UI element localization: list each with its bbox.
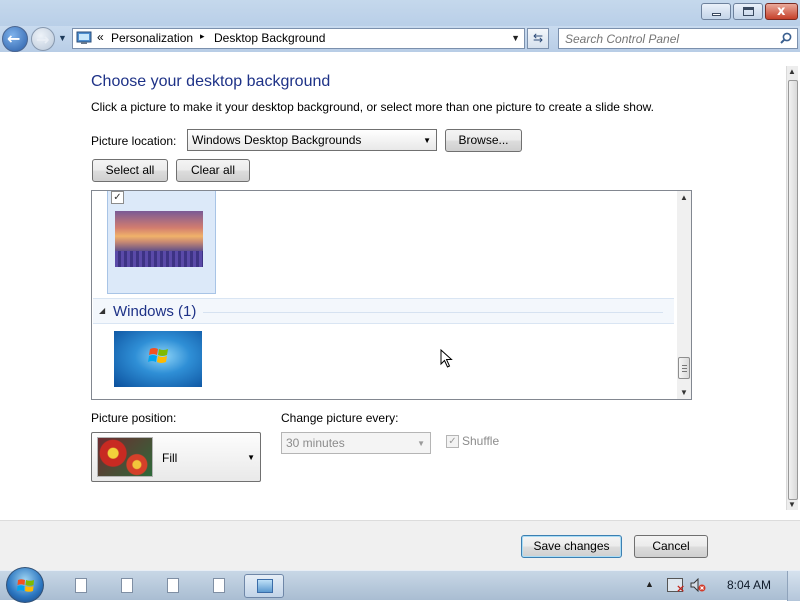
- picture-location-select[interactable]: Windows Desktop Backgrounds ▼: [187, 129, 437, 151]
- taskbar: ▲ 8:04 AM: [0, 567, 800, 603]
- page-description: Click a picture to make it your desktop …: [91, 100, 654, 114]
- address-overflow-chevron[interactable]: «: [97, 30, 104, 44]
- group-divider: [203, 312, 663, 313]
- title-bar: x: [0, 0, 800, 26]
- grip-line: [682, 371, 687, 372]
- document-icon: [213, 578, 225, 593]
- taskbar-document-3[interactable]: [154, 574, 194, 598]
- forward-arrow-icon: →: [36, 30, 50, 49]
- search-input[interactable]: [559, 29, 774, 48]
- windows-logo-icon: [17, 579, 34, 592]
- start-button[interactable]: [6, 567, 44, 603]
- address-dropdown-icon[interactable]: ▼: [511, 33, 520, 43]
- mouse-cursor-icon: [440, 349, 453, 368]
- breadcrumb-separator-icon[interactable]: ▸: [200, 31, 205, 42]
- group-label: Windows (1): [113, 303, 197, 320]
- picture-location-label: Picture location:: [91, 134, 177, 148]
- taskbar-personalization[interactable]: [244, 574, 284, 598]
- search-box[interactable]: [558, 28, 798, 49]
- grip-line: [682, 368, 687, 369]
- forward-button[interactable]: →: [31, 27, 55, 51]
- chevron-down-icon: ▼: [423, 136, 431, 145]
- group-header-windows[interactable]: ◢ Windows (1): [93, 298, 674, 324]
- chevron-down-icon: ▼: [417, 439, 425, 448]
- picture-position-value: Fill: [162, 451, 178, 465]
- minimize-button[interactable]: [701, 3, 731, 20]
- breadcrumb-desktop-background[interactable]: Desktop Background: [214, 31, 325, 45]
- taskbar-document-2[interactable]: [108, 574, 148, 598]
- search-icon[interactable]: [780, 32, 792, 44]
- browse-button[interactable]: Browse...: [445, 129, 522, 152]
- gallery-tile-sunset[interactable]: ✓: [107, 191, 216, 294]
- control-panel-icon: [257, 579, 273, 593]
- collapse-triangle-icon[interactable]: ◢: [99, 306, 105, 315]
- network-disconnected-icon[interactable]: [667, 578, 685, 595]
- control-panel-icon: [76, 31, 92, 44]
- dialog-footer: Save changes Cancel: [0, 520, 800, 570]
- change-picture-value: 30 minutes: [286, 436, 345, 450]
- back-button[interactable]: ←: [2, 26, 28, 52]
- document-icon: [75, 578, 87, 593]
- shuffle-label: Shuffle: [462, 434, 500, 448]
- windows-logo-icon: [148, 348, 168, 363]
- minimize-icon: [712, 13, 721, 16]
- volume-muted-icon[interactable]: [690, 578, 706, 592]
- picture-position-label: Picture position:: [91, 411, 177, 425]
- breadcrumb-personalization[interactable]: Personalization: [111, 31, 193, 45]
- restore-icon: [743, 7, 754, 16]
- recent-pages-dropdown-icon[interactable]: ▼: [58, 33, 67, 43]
- chevron-down-icon: ▼: [247, 453, 255, 462]
- close-icon: x: [777, 4, 786, 19]
- taskbar-document-4[interactable]: [200, 574, 240, 598]
- position-preview-image: [97, 437, 153, 477]
- picture-gallery: ✓ ◢ Windows (1) ▲ ▼: [91, 190, 692, 400]
- select-all-button[interactable]: Select all: [92, 159, 168, 182]
- change-picture-select[interactable]: 30 minutes ▼: [281, 432, 431, 454]
- refresh-button[interactable]: ⇆: [527, 28, 549, 49]
- scroll-up-icon[interactable]: ▲: [788, 67, 796, 76]
- shuffle-checkbox[interactable]: ✓: [446, 435, 459, 448]
- page-title: Choose your desktop background: [91, 73, 331, 90]
- show-desktop-button[interactable]: [787, 571, 800, 601]
- change-picture-label: Change picture every:: [281, 411, 399, 425]
- gallery-scroll-down-icon[interactable]: ▼: [680, 388, 688, 397]
- control-panel-window: x ← → ▼ « Personalization ▸ Desktop Back…: [0, 0, 800, 570]
- refresh-icon: ⇆: [532, 31, 544, 45]
- picture-position-select[interactable]: Fill ▼: [91, 432, 261, 482]
- sunset-lake-thumbnail[interactable]: [115, 211, 203, 267]
- gallery-scroll-thumb[interactable]: [678, 357, 690, 379]
- address-bar[interactable]: « Personalization ▸ Desktop Background ▼: [72, 28, 525, 49]
- page-scrollbar[interactable]: ▲ ▼: [786, 66, 798, 510]
- clear-all-button[interactable]: Clear all: [176, 159, 250, 182]
- gallery-scroll-up-icon[interactable]: ▲: [680, 193, 688, 202]
- page-scroll-thumb[interactable]: [788, 80, 798, 500]
- windows-7-thumbnail[interactable]: [114, 331, 202, 387]
- taskbar-document-1[interactable]: [62, 574, 102, 598]
- tile-checkbox[interactable]: ✓: [111, 191, 124, 204]
- maximize-button[interactable]: [733, 3, 763, 20]
- save-changes-button[interactable]: Save changes: [521, 535, 622, 558]
- system-clock[interactable]: 8:04 AM: [727, 578, 771, 592]
- close-button[interactable]: x: [765, 3, 798, 20]
- show-hidden-icons-icon[interactable]: ▲: [645, 579, 654, 589]
- grip-line: [682, 365, 687, 366]
- main-content: ▲ ▼ Choose your desktop background Click…: [0, 52, 800, 520]
- back-arrow-icon: ←: [7, 29, 21, 48]
- picture-location-value: Windows Desktop Backgrounds: [192, 133, 362, 147]
- document-icon: [167, 578, 179, 593]
- document-icon: [121, 578, 133, 593]
- scroll-down-icon[interactable]: ▼: [788, 500, 796, 509]
- gallery-scrollbar[interactable]: ▲ ▼: [677, 191, 691, 399]
- cancel-button[interactable]: Cancel: [634, 535, 708, 558]
